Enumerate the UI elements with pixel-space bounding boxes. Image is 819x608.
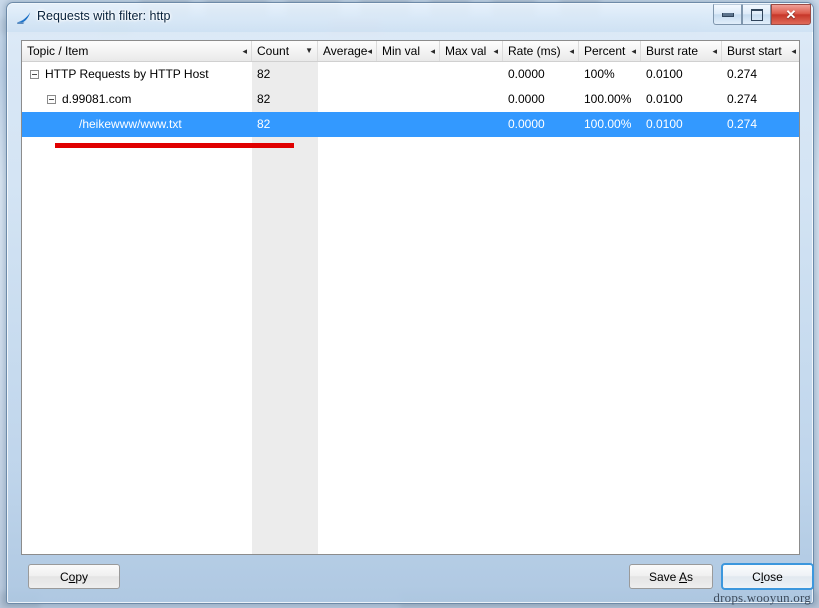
column-header-label: Count <box>257 44 290 58</box>
column-header-label: Burst rate <box>646 44 699 58</box>
column-header-label: Min val <box>382 44 421 58</box>
column-resize-icon[interactable]: ◂ <box>712 41 717 61</box>
cell-burst-rate: 0.0100 <box>646 67 683 81</box>
copy-button[interactable]: Copy <box>28 564 120 589</box>
column-header-burst-start[interactable]: Burst start ◂ <box>722 41 799 61</box>
cell-burst-start: 0.274 <box>727 67 758 81</box>
title-bar[interactable]: Requests with filter: http ✕ <box>7 3 813 32</box>
cell-rate-ms: 0.0000 <box>508 92 545 106</box>
statistics-tree-table[interactable]: Topic / Item ◂ Count ▼ Average ◂ Min val ◂ Max v… <box>21 40 800 555</box>
column-header-percent[interactable]: Percent ◂ <box>579 41 641 61</box>
table-row[interactable]: HTTP Requests by HTTP Host 82 0.0000 100% 0.… <box>22 62 799 87</box>
close-icon: ✕ <box>785 6 797 22</box>
maximize-icon <box>750 8 763 21</box>
cell-rate-ms: 0.0000 <box>508 67 545 81</box>
window-title: Requests with filter: http <box>37 9 171 23</box>
statistics-dialog-window: Requests with filter: http ✕ Topic / Ite… <box>6 2 814 605</box>
cell-rate-ms: 0.0000 <box>508 117 545 131</box>
table-row[interactable]: d.99081.com 82 0.0000 100.00% 0.0100 0.274 <box>22 87 799 112</box>
column-resize-icon[interactable]: ◂ <box>569 41 574 61</box>
save-as-button[interactable]: Save As <box>629 564 713 589</box>
cell-percent: 100% <box>584 67 615 81</box>
cell-burst-start: 0.274 <box>727 117 758 131</box>
column-header-label: Topic / Item <box>27 44 89 58</box>
column-header-label: Max val <box>445 44 487 58</box>
cell-percent: 100.00% <box>584 117 632 131</box>
cell-burst-rate: 0.0100 <box>646 92 683 106</box>
column-header-label: Burst start <box>727 44 782 58</box>
tree-collapse-icon[interactable] <box>30 70 39 79</box>
column-header-count[interactable]: Count ▼ <box>252 41 318 61</box>
cell-topic: d.99081.com <box>62 92 132 106</box>
cell-count: 82 <box>257 117 271 131</box>
save-as-button-label: Save As <box>648 569 694 584</box>
close-dialog-button-label: Close <box>752 569 783 584</box>
cell-topic: HTTP Requests by HTTP Host <box>45 67 209 81</box>
cell-count: 82 <box>257 92 271 106</box>
column-resize-icon[interactable]: ◂ <box>430 41 435 61</box>
close-dialog-button[interactable]: Close <box>721 563 814 590</box>
column-resize-icon[interactable]: ◂ <box>493 41 498 61</box>
copy-button-label: Copy <box>59 569 89 584</box>
column-header-max-val[interactable]: Max val ◂ <box>440 41 503 61</box>
sort-descending-icon[interactable]: ▼ <box>305 41 313 61</box>
cell-count: 82 <box>257 67 271 81</box>
column-header-label: Rate (ms) <box>508 44 561 58</box>
column-header-average[interactable]: Average ◂ <box>318 41 377 61</box>
table-body[interactable]: HTTP Requests by HTTP Host 82 0.0000 100% 0.… <box>22 62 799 554</box>
column-header-rate-ms[interactable]: Rate (ms) ◂ <box>503 41 579 61</box>
minimize-icon <box>721 12 734 17</box>
table-header-row[interactable]: Topic / Item ◂ Count ▼ Average ◂ Min val ◂ Max v… <box>22 41 799 62</box>
column-header-burst-rate[interactable]: Burst rate ◂ <box>641 41 722 61</box>
column-header-min-val[interactable]: Min val ◂ <box>377 41 440 61</box>
maximize-button[interactable] <box>742 4 771 25</box>
watermark-text: drops.wooyun.org <box>713 590 811 605</box>
cell-burst-rate: 0.0100 <box>646 117 683 131</box>
column-resize-icon[interactable]: ◂ <box>791 41 796 61</box>
tree-collapse-icon[interactable] <box>47 95 56 104</box>
cell-percent: 100.00% <box>584 92 632 106</box>
dialog-client-area: Topic / Item ◂ Count ▼ Average ◂ Min val ◂ Max v… <box>15 32 814 595</box>
column-resize-icon[interactable]: ◂ <box>242 41 247 61</box>
minimize-button[interactable] <box>713 4 742 25</box>
cell-burst-start: 0.274 <box>727 92 758 106</box>
red-annotation-underline <box>55 143 294 148</box>
column-resize-icon[interactable]: ◂ <box>367 41 372 61</box>
column-header-label: Percent <box>584 44 626 58</box>
table-row[interactable]: /heikewww/www.txt 82 0.0000 100.00% 0.0100 0.… <box>22 112 799 137</box>
column-resize-icon[interactable]: ◂ <box>631 41 636 61</box>
wireshark-shark-fin-icon <box>17 12 31 24</box>
column-header-label: Average <box>323 44 368 58</box>
cell-topic: /heikewww/www.txt <box>79 117 182 131</box>
column-header-topic[interactable]: Topic / Item ◂ <box>22 41 252 61</box>
close-window-button[interactable]: ✕ <box>771 4 811 25</box>
